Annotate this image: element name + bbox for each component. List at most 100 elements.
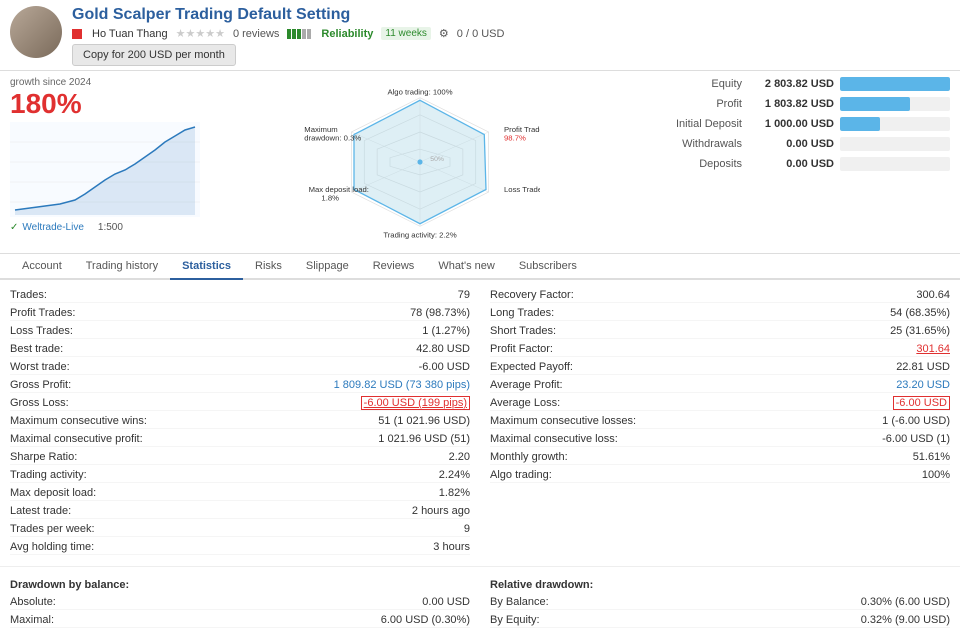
svg-text:1.8%: 1.8% (321, 194, 339, 203)
page-title: Gold Scalper Trading Default Setting (72, 6, 950, 24)
avatar-image (10, 6, 62, 58)
tab-reviews[interactable]: Reviews (361, 254, 427, 280)
stat-line-value: -6.00 USD (199 pips) (361, 397, 470, 409)
tab-slippage[interactable]: Slippage (294, 254, 361, 280)
svg-text:Loss Trades: 1.3%: Loss Trades: 1.3% (504, 185, 540, 194)
growth-value: 180% (10, 90, 210, 118)
tab-account[interactable]: Account (10, 254, 74, 280)
stat-line-label: Algo trading: (490, 469, 552, 481)
stat-line-label: Maximal consecutive profit: (10, 433, 143, 445)
indicator-icon (72, 29, 82, 39)
tab-whats-new[interactable]: What's new (426, 254, 507, 280)
growth-chart (10, 122, 200, 217)
radar-area: Algo trading: 100% Profit Trades: 98.7% … (220, 77, 620, 247)
slots-value: 0 / 0 USD (457, 28, 505, 40)
stat-line-label: Best trade: (10, 343, 63, 355)
red-value: 301.64 (916, 343, 950, 355)
svg-text:Algo trading: 100%: Algo trading: 100% (387, 87, 452, 96)
stats-right-col: Recovery Factor: 300.64 Long Trades: 54 … (490, 288, 950, 558)
svg-text:98.7%: 98.7% (504, 134, 526, 143)
stat-value: 1 803.82 USD (750, 98, 840, 110)
drawdown-balance-col: Drawdown by balance: Absolute:0.00 USDMa… (10, 571, 470, 631)
stat-line-value: 2 hours ago (412, 505, 470, 517)
right-stats: Equity 2 803.82 USD Profit 1 803.82 USD … (630, 77, 950, 247)
stat-line: Maximal consecutive profit: 1 021.96 USD… (10, 432, 470, 447)
avatar (10, 6, 62, 58)
tab-subscribers[interactable]: Subscribers (507, 254, 589, 280)
growth-area: growth since 2024 180% ✓ Weltrade-Live 1… (10, 77, 210, 247)
svg-text:drawdown: 0.3%: drawdown: 0.3% (304, 134, 361, 143)
copy-button[interactable]: Copy for 200 USD per month (72, 44, 236, 66)
stat-row: Deposits 0.00 USD (630, 157, 950, 171)
stat-line-value: 9 (464, 523, 470, 535)
stat-line-value: -6.00 USD (1) (882, 433, 950, 445)
stat-line-label: Short Trades: (490, 325, 556, 337)
top-section: growth since 2024 180% ✓ Weltrade-Live 1… (0, 71, 960, 254)
tab-risks[interactable]: Risks (243, 254, 294, 280)
stat-row: Withdrawals 0.00 USD (630, 137, 950, 151)
stat-line-label: Recovery Factor: (490, 289, 574, 301)
stat-bar-container (840, 137, 950, 151)
tab-trading-history[interactable]: Trading history (74, 254, 170, 280)
stat-line-label: Trading activity: (10, 469, 87, 481)
highlighted-value: 1 809.82 USD (73 380 pips) (334, 379, 470, 391)
stat-line: Profit Factor: 301.64 (490, 342, 950, 357)
svg-text:Profit Trades:: Profit Trades: (504, 125, 540, 134)
author-name: Ho Tuan Thang (92, 28, 168, 40)
stat-line-value: 1 021.96 USD (51) (378, 433, 470, 445)
stat-bar-container (840, 157, 950, 171)
stat-line: Trading activity: 2.24% (10, 468, 470, 483)
stat-line-label: Gross Loss: (10, 397, 69, 409)
drawdown-row: Maximal:6.00 USD (0.30%) (10, 613, 470, 628)
highlighted-value: -6.00 USD (893, 396, 950, 410)
stat-line: Maximal consecutive loss: -6.00 USD (1) (490, 432, 950, 447)
radar-chart: Algo trading: 100% Profit Trades: 98.7% … (300, 77, 540, 247)
broker-name: Weltrade-Live (22, 222, 84, 233)
stat-bar-container (840, 117, 950, 131)
stat-line-value: 51.61% (913, 451, 950, 463)
stat-line: Long Trades: 54 (68.35%) (490, 306, 950, 321)
tab-statistics[interactable]: Statistics (170, 254, 243, 280)
tabs-bar: Account Trading history Statistics Risks… (0, 254, 960, 280)
stat-line-label: Gross Profit: (10, 379, 71, 391)
stat-line: Average Profit: 23.20 USD (490, 378, 950, 393)
stat-line-value: 1 (-6.00 USD) (882, 415, 950, 427)
stat-line: Trades per week: 9 (10, 522, 470, 537)
stat-rows: Equity 2 803.82 USD Profit 1 803.82 USD … (630, 77, 950, 171)
stat-line: Short Trades: 25 (31.65%) (490, 324, 950, 339)
stat-line: Max deposit load: 1.82% (10, 486, 470, 501)
stat-line-value: 2.20 (449, 451, 470, 463)
drawdown-value: 0.00 USD (422, 596, 470, 608)
stat-row: Initial Deposit 1 000.00 USD (630, 117, 950, 131)
statistics-content: Trades: 79 Profit Trades: 78 (98.73%) Lo… (0, 280, 960, 566)
header: Gold Scalper Trading Default Setting Ho … (0, 0, 960, 71)
stat-line-label: Max deposit load: (10, 487, 96, 499)
stat-line-label: Profit Trades: (10, 307, 75, 319)
stat-line: Recovery Factor: 300.64 (490, 288, 950, 303)
header-info: Gold Scalper Trading Default Setting Ho … (72, 6, 950, 66)
drawdown-section: Drawdown by balance: Absolute:0.00 USDMa… (0, 566, 960, 639)
drawdown-row: By Balance:0.30% (6.00 USD) (490, 595, 950, 610)
stat-line-label: Loss Trades: (10, 325, 73, 337)
stat-line: Algo trading: 100% (490, 468, 950, 483)
svg-text:50%: 50% (430, 156, 444, 163)
checkmark-icon: ✓ (10, 222, 18, 233)
slots-info: ⚙ (439, 27, 449, 40)
header-meta: Ho Tuan Thang ★★★★★ 0 reviews Reliabilit… (72, 27, 950, 40)
stat-line-value: 78 (98.73%) (410, 307, 470, 319)
stat-line: Gross Profit: 1 809.82 USD (73 380 pips) (10, 378, 470, 393)
stat-label: Equity (630, 78, 750, 90)
highlighted-value: 23.20 USD (896, 379, 950, 391)
drawdown-value: 0.32% (9.00 USD) (861, 614, 950, 626)
growth-label: growth since 2024 (10, 77, 210, 88)
stat-line: Gross Loss: -6.00 USD (199 pips) (10, 396, 470, 411)
stat-line-value: 1 809.82 USD (73 380 pips) (334, 379, 470, 391)
svg-text:Maximum: Maximum (304, 125, 337, 134)
stat-line-value: 22.81 USD (896, 361, 950, 373)
reliability-label: Reliability (321, 28, 373, 40)
stat-bar-container (840, 77, 950, 91)
drawdown-row: By Equity:0.32% (9.00 USD) (490, 613, 950, 628)
stat-line-label: Maximum consecutive wins: (10, 415, 147, 427)
stat-line-value: 1.82% (439, 487, 470, 499)
stat-value: 0.00 USD (750, 158, 840, 170)
